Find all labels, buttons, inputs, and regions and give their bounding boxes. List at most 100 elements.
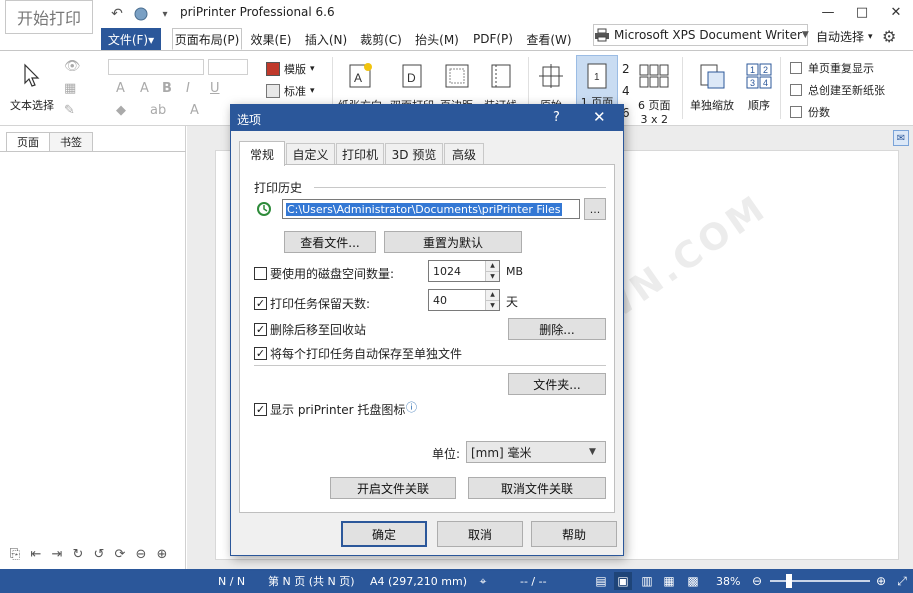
copies-checkbox[interactable]: 份数 (790, 104, 830, 120)
import-icon[interactable]: ⇤ (27, 545, 45, 563)
view-grid-icon[interactable]: ▦ (660, 572, 678, 590)
dialog-close-button[interactable]: ✕ (593, 108, 606, 126)
brush-icon[interactable]: ✎ (64, 103, 75, 118)
standard-button[interactable]: 标准 ▾ (266, 83, 315, 99)
view-two-icon[interactable]: ▥ (638, 572, 656, 590)
bold-icon[interactable]: B (162, 81, 172, 96)
rotate-icon[interactable]: ↻ (69, 545, 87, 563)
undo-icon[interactable]: ↶ (108, 5, 126, 23)
tab-view[interactable]: 查看(W) (524, 28, 574, 50)
tab-3d-preview[interactable]: 3D 预览 (385, 143, 443, 165)
font-name-combo[interactable] (108, 59, 204, 75)
globe-icon[interactable] (132, 5, 150, 23)
recycle-checkbox[interactable]: ✓ 删除后移至回收站 (254, 321, 366, 338)
cancel-button[interactable]: 取消 (437, 521, 523, 547)
delete-button[interactable]: 删除... (508, 318, 606, 340)
view-files-button[interactable]: 查看文件... (284, 231, 376, 253)
zoom-out-icon[interactable]: ⊖ (748, 572, 766, 590)
tab-general[interactable]: 常规 (239, 141, 285, 166)
browse-button[interactable]: ... (584, 198, 606, 220)
zoom-slider[interactable] (770, 580, 870, 582)
keep-days-stepper[interactable]: 40 ▲ ▼ (428, 289, 500, 311)
qat-dropdown-icon[interactable]: ▾ (156, 5, 174, 23)
grow-font-icon[interactable]: A (116, 81, 125, 96)
tab-pages[interactable]: 页面 (6, 132, 50, 152)
disk-space-unit: MB (506, 265, 524, 278)
pages-2-button[interactable]: 2 (622, 59, 630, 79)
eraser-icon[interactable]: ◆ (116, 103, 126, 118)
order-button[interactable]: 1234 顺序 (744, 61, 774, 113)
disk-space-checkbox[interactable]: 要使用的磁盘空间数量: (254, 265, 394, 282)
zoom-slider-thumb[interactable] (786, 574, 792, 588)
unit-select[interactable]: [mm] 毫米 ▼ (466, 441, 606, 463)
underline-icon[interactable]: U (210, 81, 220, 96)
tab-bookmarks[interactable]: 书签 (49, 132, 93, 152)
italic-icon[interactable]: I (186, 81, 190, 96)
folder-button[interactable]: 文件夹... (508, 373, 606, 395)
help-button[interactable]: 帮助 (531, 521, 617, 547)
zoom-in-icon[interactable]: ⊕ (872, 572, 890, 590)
tab-pdf[interactable]: PDF(P) (470, 28, 516, 50)
tray-icon-checkbox[interactable]: ✓ 显示 priPrinter 托盘图标 (254, 401, 405, 418)
cancel-file-association-button[interactable]: 取消文件关联 (468, 477, 606, 499)
arrow-up-icon[interactable]: ▲ (486, 261, 499, 272)
text-select-button[interactable]: 文本选择 (10, 61, 54, 113)
pages-4-button[interactable]: 4 (622, 81, 630, 101)
tab-page-layout[interactable]: 页面布局(P) (172, 28, 242, 50)
template-button[interactable]: 模版 ▾ (266, 61, 315, 77)
fit-page-icon[interactable]: ⤢ (893, 572, 911, 590)
tab-file[interactable]: 文件(F)▾ (101, 28, 161, 50)
keep-days-checkbox[interactable]: ✓ 打印任务保留天数: (254, 295, 370, 312)
shrink-font-icon[interactable]: A (140, 81, 149, 96)
gear-icon[interactable]: ⚙ (882, 27, 896, 46)
six-pages-button[interactable]: 6 页面 3 x 2 (638, 61, 671, 126)
reset-default-button[interactable]: 重置为默认 (384, 231, 522, 253)
tab-insert[interactable]: 插入(N) (302, 28, 350, 50)
export-icon[interactable]: ⇥ (48, 545, 66, 563)
autosave-checkbox[interactable]: ✓ 将每个打印任务自动保存至单独文件 (254, 345, 462, 362)
arrow-down-icon[interactable]: ▼ (486, 271, 499, 281)
chevron-down-icon: ▼ (589, 447, 596, 457)
single-scale-button[interactable]: 单独缩放 (690, 61, 734, 113)
history-path-input[interactable]: C:\Users\Administrator\Documents\priPrin… (282, 199, 580, 219)
repeat-page-checkbox[interactable]: 单页重复显示 (790, 60, 874, 76)
info-icon[interactable]: ⓘ (406, 399, 417, 415)
tab-custom[interactable]: 自定义 (286, 143, 335, 165)
font-size-combo[interactable] (208, 59, 248, 75)
one-page-button[interactable]: 1 1 页面 (576, 55, 618, 111)
view-single-icon[interactable]: ▣ (614, 572, 632, 590)
enable-file-association-button[interactable]: 开启文件关联 (330, 477, 456, 499)
maximize-button[interactable]: □ (845, 0, 879, 24)
zoom-in-icon[interactable]: ⊕ (153, 545, 171, 563)
arrow-down-icon[interactable]: ▼ (486, 300, 499, 310)
view-multi-icon[interactable]: ▩ (684, 572, 702, 590)
auto-select-dropdown[interactable]: 自动选择 ▾ (816, 28, 873, 45)
zoom-out-icon[interactable]: ⊖ (132, 545, 150, 563)
printer-select[interactable]: Microsoft XPS Document Writer ▼ (593, 24, 809, 46)
tab-printer[interactable]: 打印机 (336, 143, 384, 165)
stepper-arrows[interactable]: ▲ ▼ (485, 261, 499, 281)
disk-space-stepper[interactable]: 1024 ▲ ▼ (428, 260, 500, 282)
font-color-icon[interactable]: A (190, 103, 199, 118)
ok-button[interactable]: 确定 (341, 521, 427, 547)
checkbox-box (790, 62, 802, 74)
chat-icon[interactable]: ✉ (893, 130, 909, 146)
arrow-up-icon[interactable]: ▲ (486, 290, 499, 301)
strike-icon[interactable]: ab (150, 103, 166, 118)
close-button[interactable]: ✕ (879, 0, 913, 24)
stepper-arrows[interactable]: ▲ ▼ (485, 290, 499, 310)
view-book-icon[interactable]: ▤ (592, 572, 610, 590)
binoculars-icon[interactable]: 👁 (64, 59, 81, 74)
image-icon[interactable]: ▦ (64, 81, 76, 96)
add-page-icon[interactable]: ⎘ (6, 545, 24, 563)
rotate-right-icon[interactable]: ⟳ (111, 545, 129, 563)
tab-advanced[interactable]: 高级 (444, 143, 484, 165)
tab-effects[interactable]: 效果(E) (248, 28, 294, 50)
new-sheet-checkbox[interactable]: 总创建至新纸张 (790, 82, 885, 98)
checkbox-box (790, 84, 802, 96)
rotate-left-icon[interactable]: ↺ (90, 545, 108, 563)
minimize-button[interactable]: — (811, 0, 845, 24)
tab-header[interactable]: 抬头(M) (412, 28, 462, 50)
tab-crop[interactable]: 裁剪(C) (358, 28, 404, 50)
help-icon[interactable]: ? (553, 110, 560, 125)
